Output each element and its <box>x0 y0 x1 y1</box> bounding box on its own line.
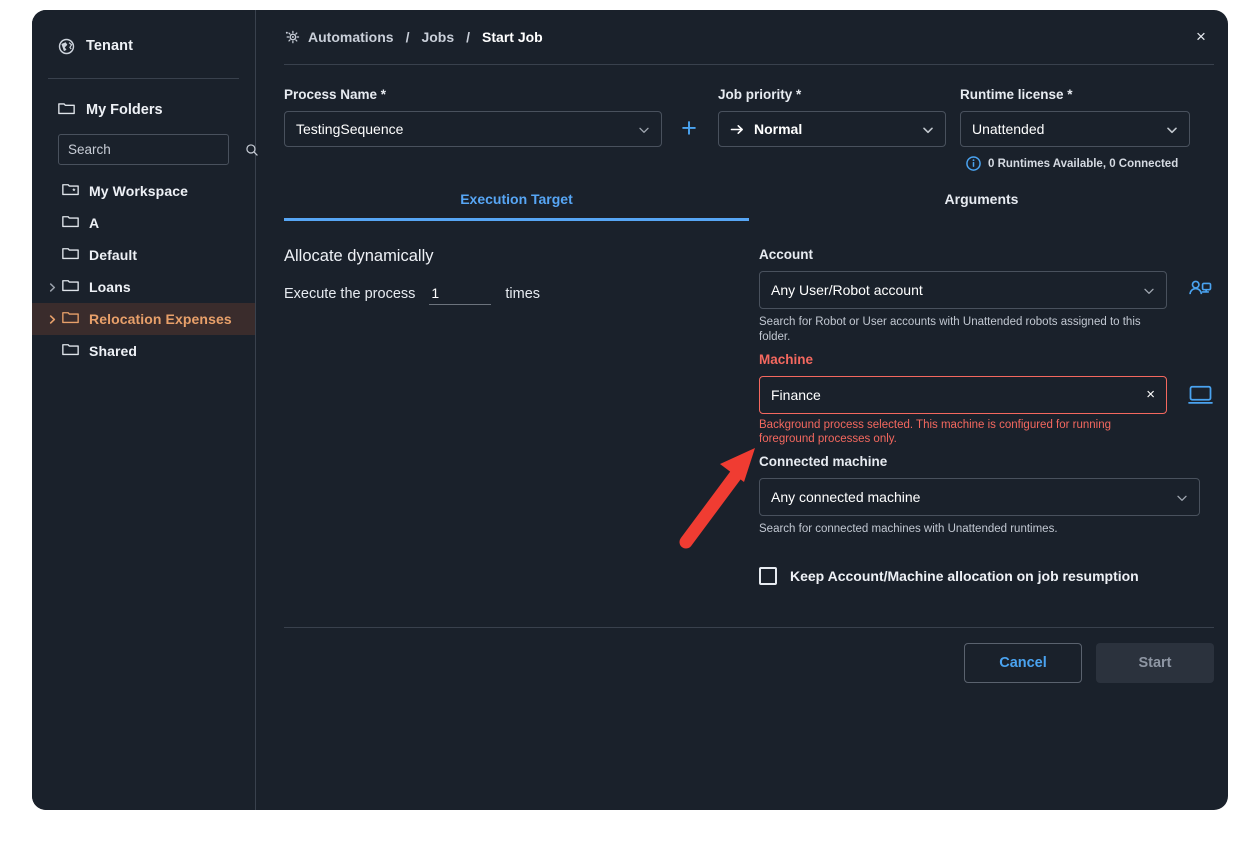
info-icon <box>966 156 981 171</box>
folder-icon <box>62 278 79 297</box>
my-folders-label: My Folders <box>86 102 163 118</box>
folder-icon <box>58 101 75 120</box>
folder-icon <box>62 310 79 329</box>
account-helper-text: Search for Robot or User accounts with U… <box>759 316 1141 343</box>
sidebar-divider <box>48 78 239 79</box>
process-name-label: Process Name * <box>284 87 387 102</box>
process-name-select[interactable]: TestingSequence <box>284 111 662 147</box>
runtime-license-field: Runtime license * Unattended 0 Runtimes … <box>960 87 1190 171</box>
machine-error-text: Background process selected. This machin… <box>759 418 1112 446</box>
keep-allocation-label: Keep Account/Machine allocation on job r… <box>790 567 1139 584</box>
job-config-row: Process Name * TestingSequence + Job pri… <box>284 65 1214 171</box>
start-job-window: Tenant My Folders Search My Workspace A … <box>32 10 1228 810</box>
breadcrumb: Automations / Jobs / Start Job × <box>284 10 1214 64</box>
tab-execution-target[interactable]: Execution Target <box>284 191 749 221</box>
workspace-folder-icon <box>62 182 79 201</box>
folder-icon <box>62 246 79 265</box>
cancel-button[interactable]: Cancel <box>964 643 1082 683</box>
machine-label: Machine <box>759 351 814 367</box>
machine-input[interactable]: Finance × <box>759 375 1167 414</box>
execution-tabs: Execution Target Arguments <box>284 191 1214 221</box>
sidebar-item-label: Default <box>89 247 138 263</box>
chevron-right-icon[interactable] <box>44 282 60 292</box>
keep-allocation-row: Keep Account/Machine allocation on job r… <box>759 566 1214 585</box>
execute-count-row: Execute the process times <box>284 285 739 305</box>
breadcrumb-separator: / <box>466 29 471 45</box>
execute-prefix-label: Execute the process <box>284 286 416 302</box>
chevron-down-icon <box>1166 123 1178 135</box>
chevron-right-icon[interactable] <box>44 314 60 324</box>
automation-gear-icon <box>284 29 300 45</box>
sidebar-item-label: Shared <box>89 343 138 359</box>
connected-machine-helper-text: Search for connected machines with Unatt… <box>759 522 1058 535</box>
job-priority-select[interactable]: Normal <box>718 111 946 147</box>
account-value: Any User/Robot account <box>771 282 923 298</box>
search-box[interactable] <box>58 134 258 165</box>
breadcrumb-separator: / <box>405 29 410 45</box>
execute-suffix-label: times <box>505 286 541 302</box>
runtime-availability-note: 0 Runtimes Available, 0 Connected <box>960 156 1190 171</box>
keep-allocation-checkbox[interactable] <box>759 566 777 585</box>
tenant-label: Tenant <box>86 38 134 54</box>
sidebar-item-relocation-expenses[interactable]: Relocation Expenses <box>32 303 255 335</box>
runtime-license-value: Unattended <box>972 121 1045 137</box>
allocation-column: Allocate dynamically Execute the process… <box>284 247 739 585</box>
dialog-actions: Cancel Start <box>964 643 1214 683</box>
process-name-value: TestingSequence <box>296 121 404 137</box>
connected-machine-label: Connected machine <box>759 453 888 469</box>
close-icon[interactable]: × <box>1188 24 1214 50</box>
folder-icon <box>62 342 79 361</box>
account-label: Account <box>759 247 813 262</box>
connected-machine-select[interactable]: Any connected machine <box>759 477 1200 516</box>
allocate-dynamically-title: Allocate dynamically <box>284 247 434 265</box>
chevron-down-icon <box>638 123 650 135</box>
chevron-down-icon <box>1176 491 1188 503</box>
account-field-row: Any User/Robot account <box>759 271 1214 309</box>
my-folders-row: My Folders <box>32 92 255 128</box>
arrow-right-icon <box>730 123 745 136</box>
chevron-down-icon <box>922 123 934 135</box>
breadcrumb-item-jobs[interactable]: Jobs <box>421 29 454 45</box>
sidebar-item-label: Loans <box>89 279 131 295</box>
machine-value: Finance <box>771 386 821 403</box>
sidebar-item-loans[interactable]: Loans <box>32 271 255 303</box>
sidebar-item-default[interactable]: Default <box>32 239 255 271</box>
monitor-icon[interactable] <box>1186 384 1214 405</box>
account-machine-column: Account Any User/Robot account Search fo… <box>759 247 1214 585</box>
sidebar-item-shared[interactable]: Shared <box>32 335 255 367</box>
runtime-license-label: Runtime license * <box>960 87 1073 102</box>
folder-tree: My Workspace A Default Loans Relocation … <box>32 175 255 367</box>
sidebar-item-a[interactable]: A <box>32 207 255 239</box>
sidebar: Tenant My Folders Search My Workspace A … <box>32 10 258 810</box>
job-priority-label: Job priority * <box>718 87 802 102</box>
chevron-down-icon <box>1143 284 1155 296</box>
runtime-license-select[interactable]: Unattended <box>960 111 1190 147</box>
add-user-robot-icon[interactable] <box>1186 279 1214 302</box>
sidebar-item-label: My Workspace <box>89 183 188 199</box>
breadcrumb-item-start-job: Start Job <box>482 29 543 45</box>
sidebar-item-label: Relocation Expenses <box>89 311 232 327</box>
job-priority-field: Job priority * Normal <box>718 87 946 171</box>
machine-field-row: Finance × <box>759 375 1214 414</box>
job-priority-value: Normal <box>754 121 803 137</box>
clear-icon[interactable]: × <box>1146 387 1155 402</box>
sidebar-item-label: A <box>89 215 100 231</box>
main-panel: Automations / Jobs / Start Job × Process… <box>256 10 1228 810</box>
tenant-row[interactable]: Tenant <box>32 30 255 62</box>
globe-icon <box>58 38 75 55</box>
start-button[interactable]: Start <box>1096 643 1214 683</box>
search-input[interactable] <box>68 142 245 157</box>
folder-icon <box>62 214 79 233</box>
process-name-field: Process Name * TestingSequence <box>284 87 662 171</box>
account-select[interactable]: Any User/Robot account <box>759 271 1167 309</box>
runtime-availability-text: 0 Runtimes Available, 0 Connected <box>988 157 1179 170</box>
execute-count-input[interactable] <box>429 285 492 305</box>
tab-arguments[interactable]: Arguments <box>749 191 1214 221</box>
sidebar-item-my-workspace[interactable]: My Workspace <box>32 175 255 207</box>
connected-machine-value: Any connected machine <box>771 488 921 505</box>
execution-target-body: Allocate dynamically Execute the process… <box>284 221 1214 585</box>
breadcrumb-item-automations[interactable]: Automations <box>308 29 394 45</box>
add-process-button[interactable]: + <box>672 110 706 146</box>
footer-divider <box>284 627 1214 628</box>
